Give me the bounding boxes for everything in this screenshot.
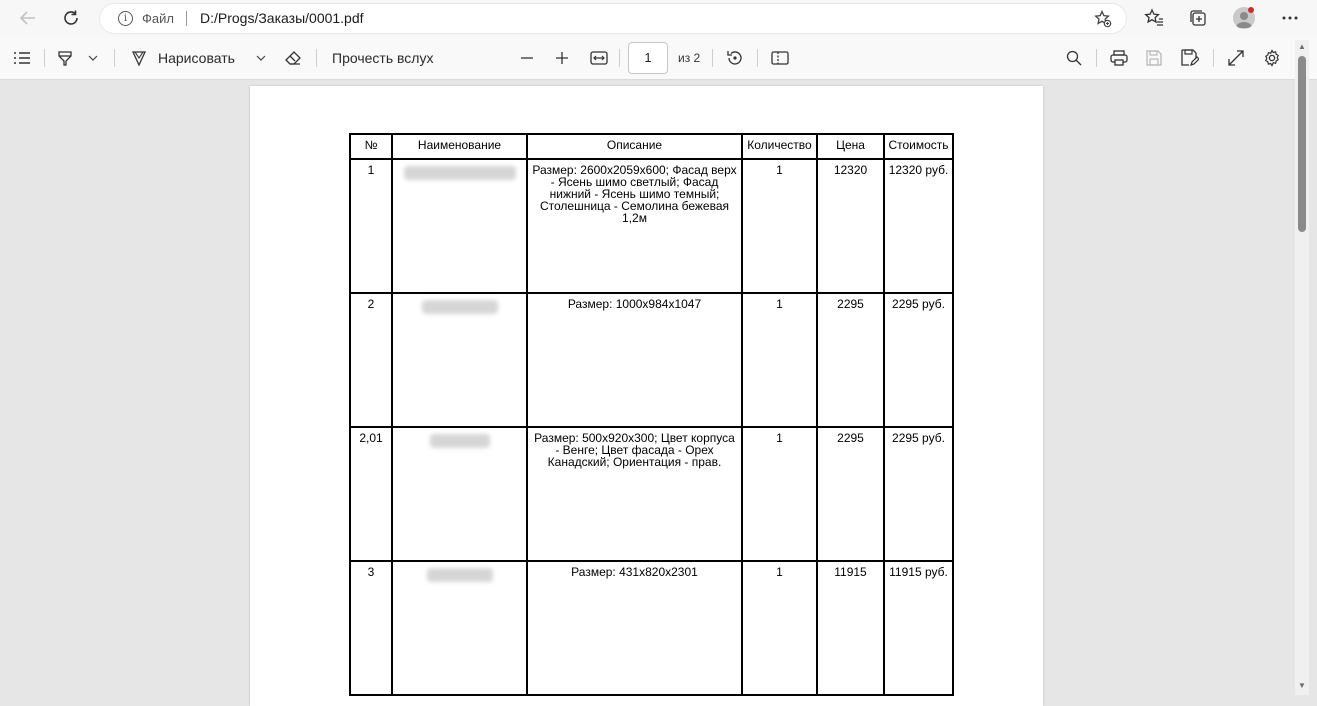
table-row: 3 Размер: 431x820x2301 1 11915 11915 руб… — [349, 560, 954, 696]
draw-pen-icon — [130, 49, 148, 67]
address-divider — [186, 11, 187, 26]
browser-top-bar: i Файл D:/Progs/Заказы/0001.pdf — [0, 0, 1317, 37]
page-view-icon[interactable] — [769, 44, 791, 72]
toolbar-divider — [712, 49, 713, 67]
read-aloud-button[interactable]: Прочесть вслух — [332, 44, 433, 72]
address-bar[interactable]: i Файл D:/Progs/Заказы/0001.pdf — [100, 4, 1126, 33]
row-price: 12320 — [816, 158, 885, 294]
zoom-in-plus-icon[interactable] — [553, 44, 571, 72]
header-price: Цена — [816, 133, 885, 160]
fullscreen-expand-icon[interactable] — [1225, 44, 1247, 72]
toolbar-divider — [44, 49, 45, 67]
table-row: 2 Размер: 1000x984x1047 1 2295 2295 руб. — [349, 292, 954, 428]
row-number: 3 — [349, 560, 393, 696]
scrollbar-thumb[interactable] — [1298, 56, 1306, 232]
url-scheme-label: Файл — [142, 11, 174, 26]
row-name-redacted — [391, 292, 528, 428]
redacted-text — [429, 434, 490, 448]
row-number: 2 — [349, 292, 393, 428]
pdf-toolbar: Нарисовать Прочесть вслух 1 из 2 — [0, 37, 1317, 80]
eraser-icon[interactable] — [282, 44, 304, 72]
row-name-redacted — [391, 426, 528, 562]
vertical-scrollbar[interactable]: ▲ ▼ — [1295, 40, 1309, 695]
draw-button[interactable]: Нарисовать — [130, 44, 245, 72]
add-favorite-icon[interactable] — [1092, 8, 1114, 30]
print-icon[interactable] — [1108, 44, 1130, 72]
toolbar-divider — [114, 49, 115, 67]
toolbar-divider — [316, 49, 317, 67]
scroll-down-arrow-icon[interactable]: ▼ — [1297, 681, 1307, 691]
row-quantity: 1 — [741, 560, 818, 696]
draw-button-label: Нарисовать — [158, 50, 235, 66]
row-quantity: 1 — [741, 158, 818, 294]
notification-dot — [1248, 7, 1254, 13]
row-number: 1 — [349, 158, 393, 294]
header-description: Описание — [526, 133, 743, 160]
row-cost: 2295 руб. — [883, 426, 954, 562]
header-quantity: Количество — [741, 133, 818, 160]
url-text[interactable]: D:/Progs/Заказы/0001.pdf — [200, 10, 364, 26]
toolbar-divider — [1213, 49, 1214, 67]
refresh-icon[interactable] — [57, 4, 85, 32]
row-quantity: 1 — [741, 426, 818, 562]
page-count-label: из 2 — [678, 51, 701, 65]
more-icon[interactable] — [1276, 4, 1304, 32]
row-description: Размер: 500x920x300; Цвет корпуса - Венг… — [526, 426, 743, 562]
collections-icon[interactable] — [1184, 4, 1212, 32]
row-price: 11915 — [816, 560, 885, 696]
header-number: № — [349, 133, 393, 160]
row-quantity: 1 — [741, 292, 818, 428]
table-header-row: № Наименование Описание Количество Цена … — [349, 133, 954, 160]
fit-to-width-icon[interactable] — [588, 44, 610, 72]
row-cost: 11915 руб. — [883, 560, 954, 696]
header-name: Наименование — [391, 133, 528, 160]
row-cost: 2295 руб. — [883, 292, 954, 428]
highlight-dropdown-chevron-down-icon[interactable] — [84, 44, 102, 72]
redacted-text — [403, 166, 516, 180]
row-name-redacted — [391, 158, 528, 294]
row-name-redacted — [391, 560, 528, 696]
back-arrow-icon[interactable] — [14, 4, 42, 32]
highlight-icon[interactable] — [54, 44, 76, 72]
scroll-up-arrow-icon[interactable]: ▲ — [1297, 42, 1307, 52]
pdf-page: № Наименование Описание Количество Цена … — [250, 86, 1043, 706]
draw-dropdown-chevron-down-icon[interactable] — [252, 44, 270, 72]
page-number-input[interactable]: 1 — [628, 42, 668, 74]
table-row: 1 Размер: 2600x2059x600; Фасад верх - Яс… — [349, 158, 954, 294]
row-number: 2,01 — [349, 426, 393, 562]
toolbar-divider — [619, 49, 620, 67]
zoom-out-minus-icon[interactable] — [518, 44, 536, 72]
rotate-icon[interactable] — [724, 44, 746, 72]
orders-table: № Наименование Описание Количество Цена … — [349, 133, 954, 696]
redacted-text — [421, 300, 498, 314]
save-as-icon[interactable] — [1179, 44, 1201, 72]
info-icon[interactable]: i — [118, 11, 133, 26]
settings-gear-icon[interactable] — [1261, 44, 1283, 72]
search-icon[interactable] — [1063, 44, 1085, 72]
row-description: Размер: 431x820x2301 — [526, 560, 743, 696]
row-cost: 12320 руб. — [883, 158, 954, 294]
table-row: 2,01 Размер: 500x920x300; Цвет корпуса -… — [349, 426, 954, 562]
toolbar-divider — [757, 49, 758, 67]
save-icon[interactable] — [1143, 44, 1165, 72]
toolbar-divider — [1096, 49, 1097, 67]
row-price: 2295 — [816, 292, 885, 428]
row-description: Размер: 1000x984x1047 — [526, 292, 743, 428]
redacted-text — [426, 568, 493, 582]
row-price: 2295 — [816, 426, 885, 562]
contents-list-icon[interactable] — [10, 44, 34, 72]
header-cost: Стоимость — [883, 133, 954, 160]
row-description: Размер: 2600x2059x600; Фасад верх - Ясен… — [526, 158, 743, 294]
favorites-icon[interactable] — [1140, 4, 1168, 32]
